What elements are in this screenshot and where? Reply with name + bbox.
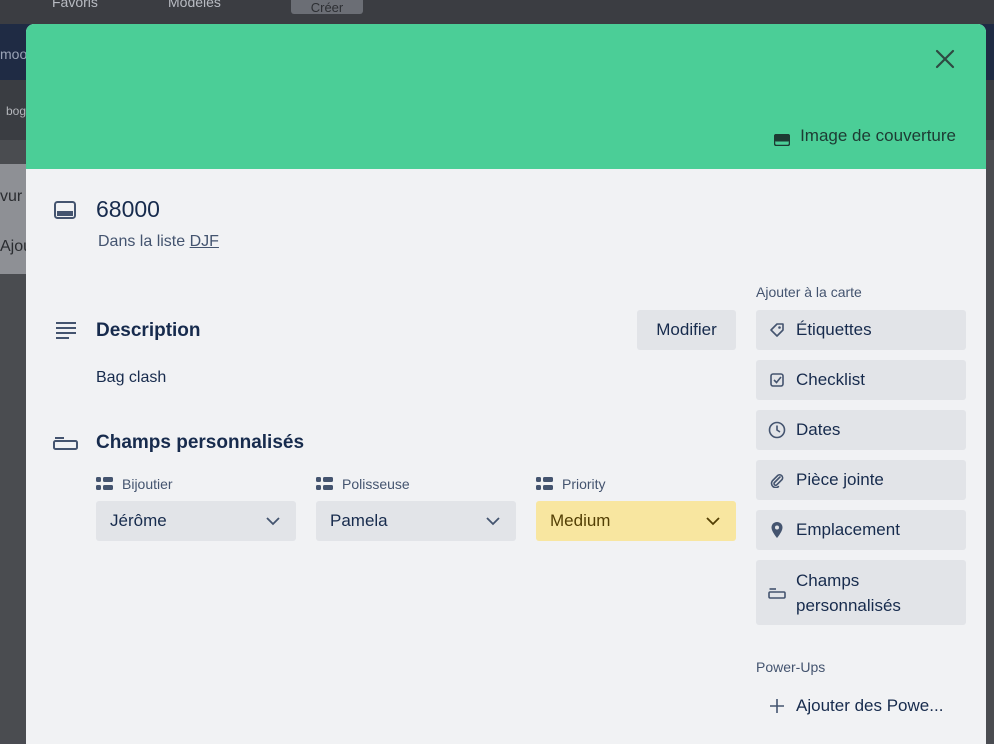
field-value: Pamela	[330, 511, 388, 530]
labels-label: Étiquettes	[796, 320, 872, 339]
plus-icon	[768, 697, 786, 715]
custom-fields-icon	[53, 436, 78, 450]
location-pin-icon	[768, 521, 786, 539]
bijoutier-select[interactable]: Jérôme	[96, 501, 296, 541]
custom-fields-icon	[768, 584, 786, 602]
custom-field-bijoutier: Bijoutier Jérôme	[96, 475, 296, 541]
cover-image-label: Image de couverture	[800, 126, 956, 145]
field-label: Bijoutier	[122, 476, 173, 492]
dropdown-field-icon	[536, 477, 554, 491]
background-tab-favoris: Favoris	[52, 0, 98, 8]
card-title[interactable]: 68000	[96, 196, 160, 223]
description-heading: Description	[96, 320, 201, 341]
card-cover: Image de couverture	[26, 24, 986, 169]
cover-image-icon	[773, 131, 791, 146]
checklist-button[interactable]: Checklist	[756, 360, 966, 400]
close-button[interactable]	[932, 46, 958, 72]
list-link[interactable]: DJF	[190, 233, 219, 250]
add-to-card-heading: Ajouter à la carte	[756, 284, 862, 300]
close-icon	[935, 49, 955, 69]
background-list-text: vur	[0, 188, 23, 205]
dates-label: Dates	[796, 420, 841, 439]
priority-select[interactable]: Medium	[536, 501, 736, 541]
custom-fields-button[interactable]: Champs personnalisés	[756, 560, 966, 625]
modify-description-button[interactable]: Modifier	[637, 310, 736, 350]
description-icon	[55, 321, 77, 339]
field-value: Jérôme	[110, 511, 167, 530]
card-list-info: Dans la liste DJF	[98, 233, 219, 251]
background-create-button: Créer	[291, 0, 363, 14]
custom-fields-label: Champs personnalisés	[796, 570, 901, 615]
attachment-button[interactable]: Pièce jointe	[756, 460, 966, 500]
polisseuse-select[interactable]: Pamela	[316, 501, 516, 541]
background-header-text: moo	[0, 46, 28, 62]
field-value: Medium	[550, 511, 611, 530]
checklist-icon	[768, 371, 786, 389]
field-label: Priority	[562, 476, 606, 492]
paperclip-icon	[768, 471, 786, 489]
chevron-down-icon	[486, 516, 500, 525]
checklist-label: Checklist	[796, 370, 865, 389]
labels-button[interactable]: Étiquettes	[756, 310, 966, 350]
custom-field-polisseuse: Polisseuse Pamela	[316, 475, 516, 541]
custom-fields-heading: Champs personnalisés	[96, 432, 305, 453]
custom-field-priority: Priority Medium	[536, 475, 736, 541]
add-power-ups-button[interactable]: Ajouter des Powe...	[756, 686, 966, 726]
attachment-label: Pièce jointe	[796, 470, 884, 489]
card-icon	[54, 200, 76, 220]
in-list-prefix: Dans la liste	[98, 233, 186, 250]
dropdown-field-icon	[316, 477, 334, 491]
chevron-down-icon	[706, 516, 720, 525]
cover-image-button[interactable]: Image de couverture	[773, 123, 956, 149]
field-label: Polisseuse	[342, 476, 410, 492]
background-tab-modeles: Modèles	[168, 0, 221, 8]
add-power-ups-label: Ajouter des Powe...	[796, 696, 944, 715]
clock-icon	[768, 421, 786, 439]
power-ups-heading: Power-Ups	[756, 659, 826, 675]
background-top-bar: Favoris Modèles Créer	[0, 0, 994, 24]
description-text[interactable]: Bag clash	[96, 369, 166, 387]
chevron-down-icon	[266, 516, 280, 525]
label-icon	[768, 321, 786, 339]
background-list-column: vur Ajou	[0, 164, 32, 274]
dates-button[interactable]: Dates	[756, 410, 966, 450]
card-detail-modal: Image de couverture 68000 Dans la liste …	[26, 24, 986, 744]
dropdown-field-icon	[96, 477, 114, 491]
location-label: Emplacement	[796, 520, 900, 539]
location-button[interactable]: Emplacement	[756, 510, 966, 550]
